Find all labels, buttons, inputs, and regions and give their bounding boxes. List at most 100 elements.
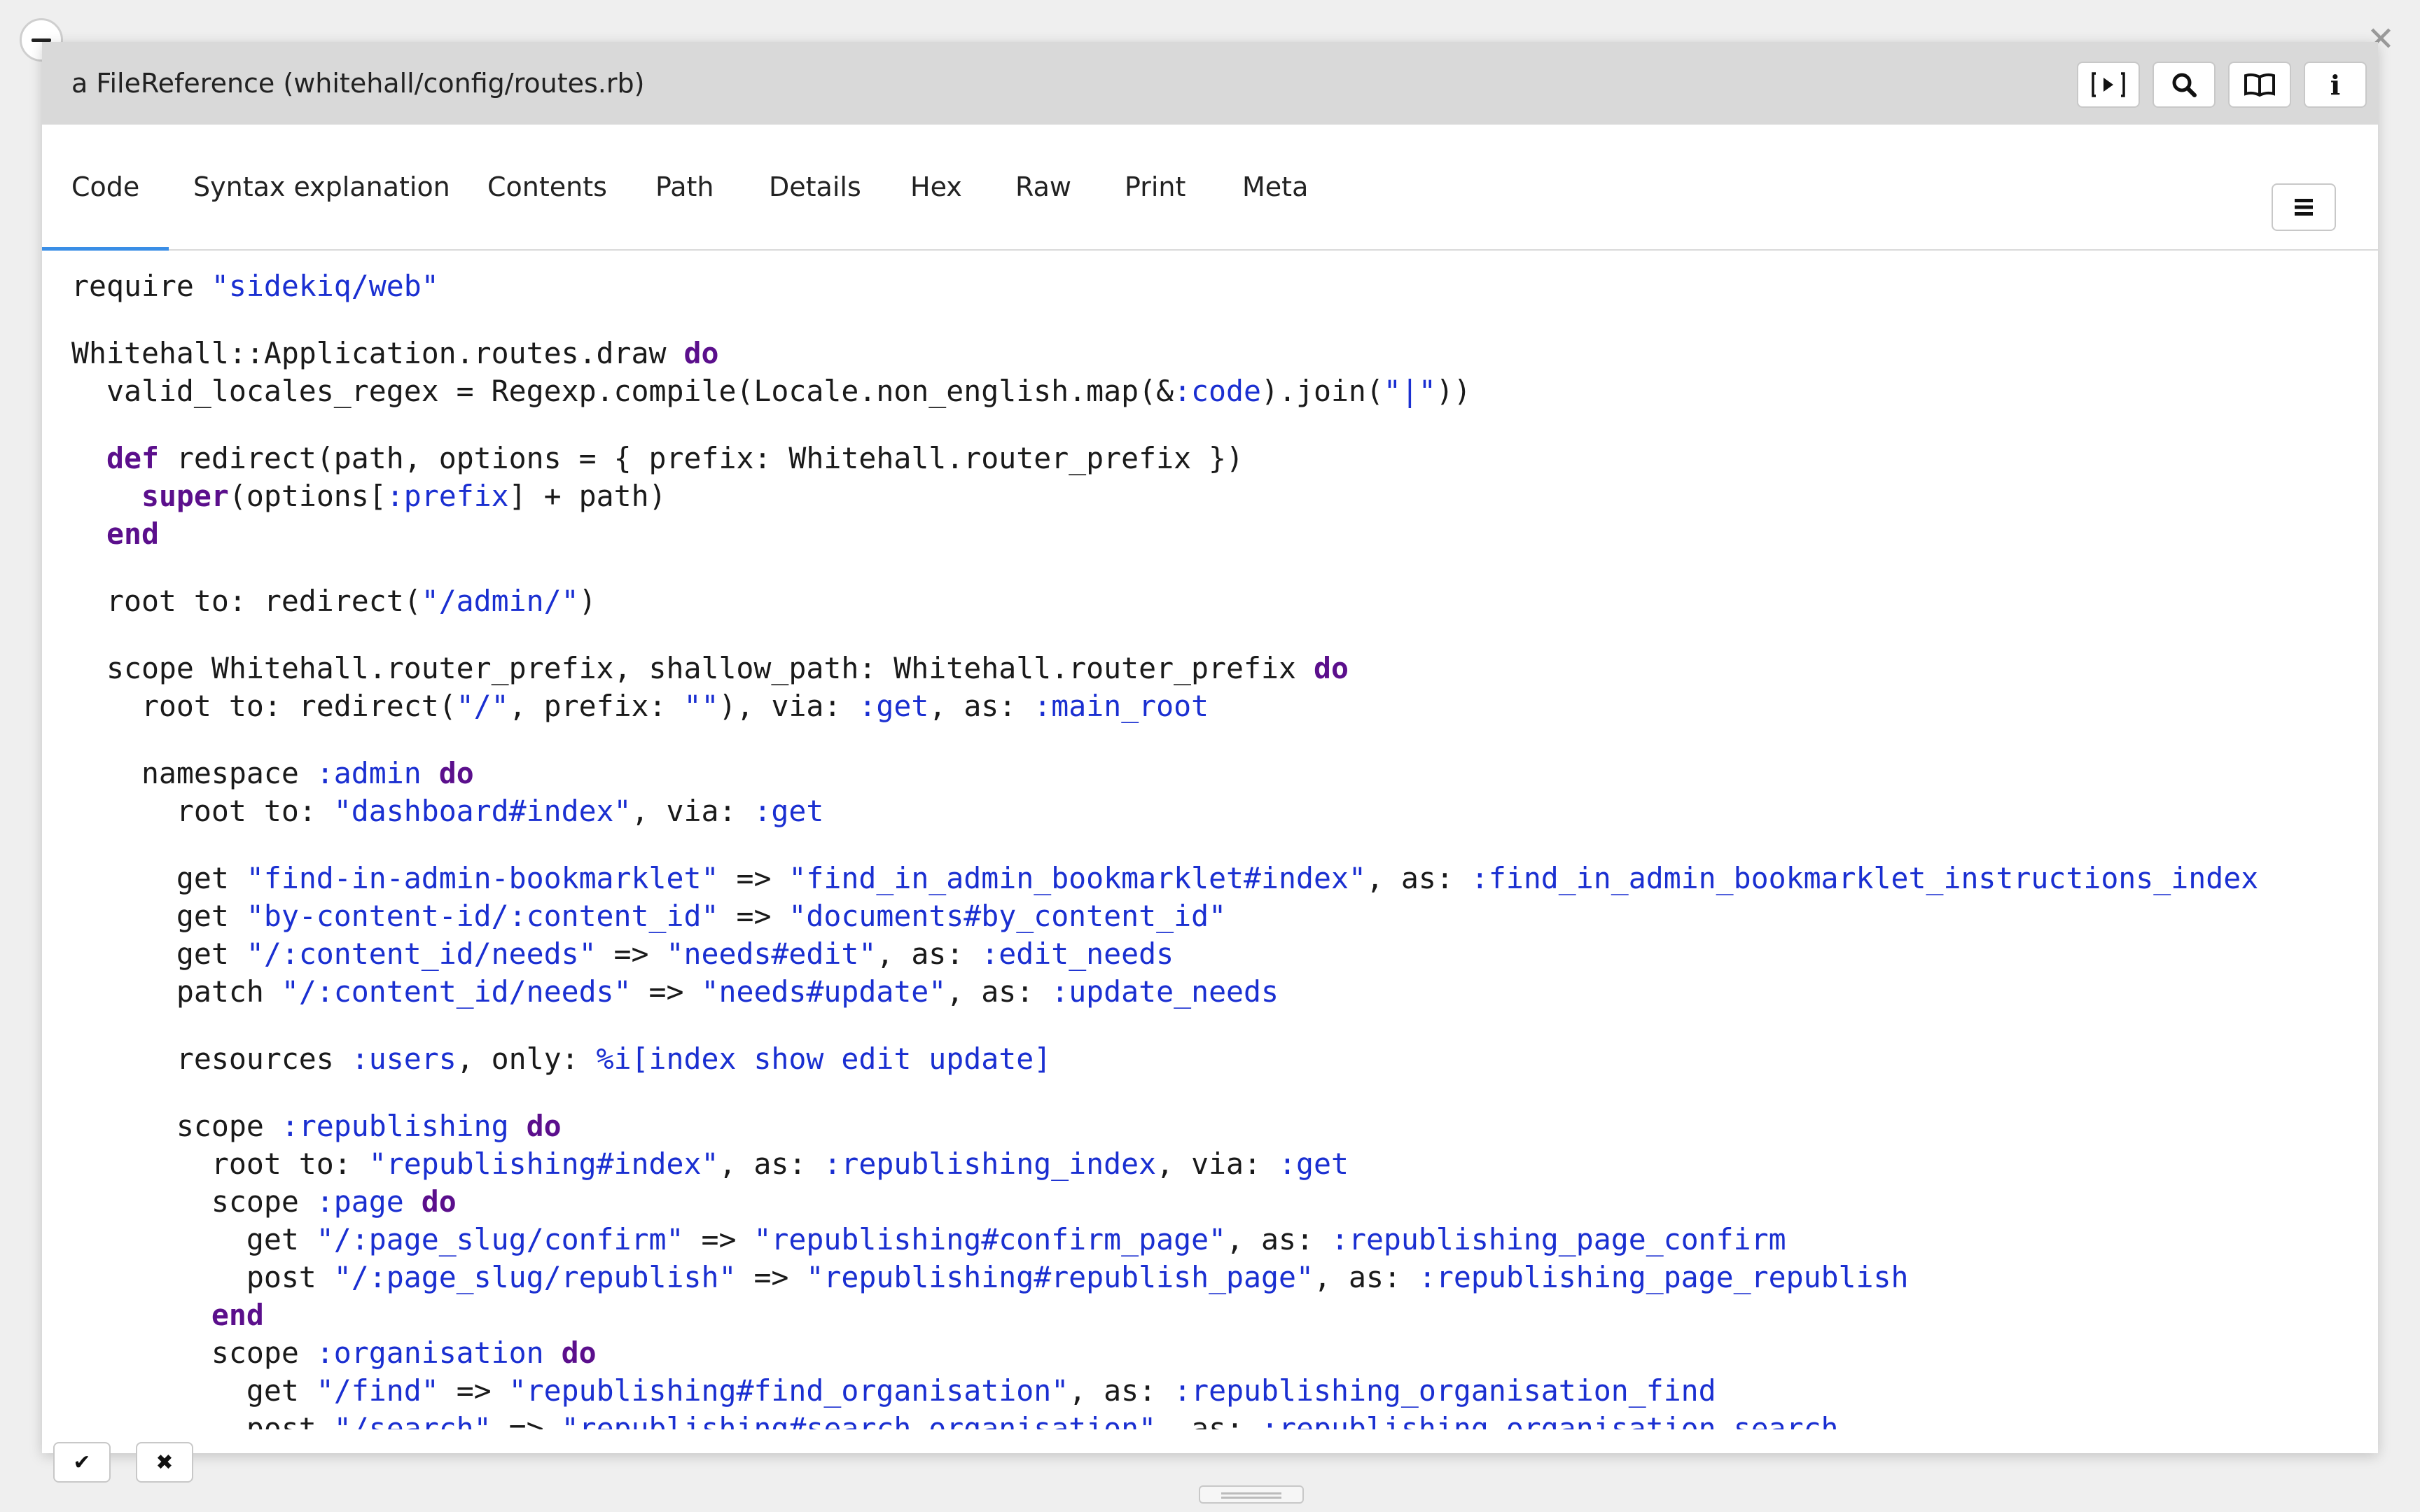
code-line: scope :page do xyxy=(71,1183,2350,1221)
code-text: scope xyxy=(71,1109,281,1143)
code-string: "republishing#find_organisation" xyxy=(508,1373,1069,1408)
code-line: scope Whitehall.router_prefix, shallow_p… xyxy=(71,650,2350,687)
code-symbol: :republishing_organisation_search xyxy=(1261,1411,1839,1429)
code-symbol: :get xyxy=(1279,1147,1349,1181)
code-keyword: do xyxy=(1313,651,1349,685)
close-icon: ✖ xyxy=(155,1450,174,1475)
code-text: get xyxy=(71,937,246,971)
code-line: namespace :admin do xyxy=(71,755,2350,792)
code-text: => xyxy=(736,1260,807,1294)
code-symbol: :code xyxy=(1174,374,1261,408)
tab-print[interactable]: Print xyxy=(1125,125,1185,249)
code-text: root to: xyxy=(71,794,334,828)
tab-hex[interactable]: Hex xyxy=(910,125,962,249)
code-string: "find-in-admin-bookmarklet" xyxy=(246,861,719,895)
tab-contents[interactable]: Contents xyxy=(487,125,607,249)
tab-meta[interactable]: Meta xyxy=(1242,125,1308,249)
code-line: resources :users, only: %i[index show ed… xyxy=(71,1040,2350,1078)
code-text: scope Whitehall.router_prefix, shallow_p… xyxy=(71,651,1314,685)
play-bracket-button[interactable] xyxy=(2077,62,2140,108)
code-symbol: :main_root xyxy=(1034,689,1209,723)
code-keyword: end xyxy=(211,1298,264,1332)
code-text: => xyxy=(438,1373,509,1408)
tab-bar: Code Syntax explanation Contents Path De… xyxy=(41,125,2378,251)
code-text: root to: redirect( xyxy=(71,584,422,618)
code-text: scope xyxy=(71,1336,317,1370)
code-text: )) xyxy=(1435,374,1471,408)
accept-button[interactable]: ✔ xyxy=(53,1442,111,1483)
code-text: , prefix: xyxy=(508,689,684,723)
code-text: post xyxy=(71,1411,334,1429)
code-text: root to: xyxy=(71,1147,369,1181)
code-text: redirect(path, options = { prefix: White… xyxy=(158,441,1244,475)
tab-syntax-explanation[interactable]: Syntax explanation xyxy=(193,125,450,249)
code-symbol: :republishing_page_republish xyxy=(1418,1260,1909,1294)
code-text: , as: xyxy=(946,974,1052,1009)
code-line: get "/find" => "republishing#find_organi… xyxy=(71,1372,2350,1410)
menu-button[interactable] xyxy=(2272,183,2336,231)
checkmark-icon: ✔ xyxy=(73,1450,91,1475)
window-title: a FileReference (whitehall/config/routes… xyxy=(71,68,645,99)
code-text: get xyxy=(71,861,246,895)
code-string: "find_in_admin_bookmarklet#index" xyxy=(788,861,1366,895)
code-text: get xyxy=(71,1222,317,1256)
tab-path[interactable]: Path xyxy=(655,125,714,249)
code-string: "needs#update" xyxy=(701,974,947,1009)
play-bracket-icon xyxy=(2092,72,2125,97)
code-text: , via: xyxy=(1156,1147,1279,1181)
cancel-button[interactable]: ✖ xyxy=(136,1442,193,1483)
tab-code[interactable]: Code xyxy=(41,125,169,251)
code-text: get xyxy=(71,1373,317,1408)
code-keyword: def xyxy=(106,441,159,475)
tab-raw[interactable]: Raw xyxy=(1015,125,1071,249)
code-text: , only: xyxy=(456,1042,597,1076)
search-icon xyxy=(2172,73,2197,97)
info-icon: i xyxy=(2330,69,2341,101)
code-line: scope :organisation do xyxy=(71,1334,2350,1372)
code-line: root to: redirect("/admin/") xyxy=(71,582,2350,620)
code-text: , as: xyxy=(876,937,982,971)
code-symbol: :update_needs xyxy=(1051,974,1279,1009)
code-line: post "/search" => "republishing#search_o… xyxy=(71,1410,2350,1429)
code-keyword: do xyxy=(421,1184,457,1219)
code-text: scope xyxy=(71,1184,317,1219)
book-button[interactable] xyxy=(2228,62,2291,108)
search-button[interactable] xyxy=(2153,62,2216,108)
code-text: => xyxy=(491,1411,562,1429)
code-text: => xyxy=(683,1222,754,1256)
resize-handle[interactable] xyxy=(1199,1485,1304,1504)
code-symbol: :republishing_index xyxy=(823,1147,1157,1181)
code-line: root to: redirect("/", prefix: ""), via:… xyxy=(71,687,2350,725)
code-symbol: :get xyxy=(753,794,824,828)
info-button[interactable]: i xyxy=(2304,62,2367,108)
code-symbol: :admin xyxy=(316,756,422,790)
code-string: "/:page_slug/republish" xyxy=(333,1260,737,1294)
code-text: get xyxy=(71,899,246,933)
code-symbol: :prefix xyxy=(386,479,509,513)
code-line: root to: "dashboard#index", via: :get xyxy=(71,792,2350,830)
code-editor[interactable]: require "sidekiq/web" Whitehall::Applicat… xyxy=(71,267,2350,1429)
code-line: valid_locales_regex = Regexp.compile(Loc… xyxy=(71,372,2350,410)
code-string: "/:content_id/needs" xyxy=(281,974,632,1009)
code-string: "republishing#confirm_page" xyxy=(753,1222,1227,1256)
code-text: , as: xyxy=(929,689,1034,723)
code-string: "/:content_id/needs" xyxy=(246,937,597,971)
code-text: , via: xyxy=(631,794,754,828)
tab-details[interactable]: Details xyxy=(769,125,861,249)
code-keyword: do xyxy=(683,336,719,370)
code-text: ).join( xyxy=(1261,374,1384,408)
code-symbol: :republishing xyxy=(281,1109,509,1143)
code-keyword: end xyxy=(106,517,159,551)
code-symbol: :republishing_organisation_find xyxy=(1174,1373,1716,1408)
code-line: scope :republishing do xyxy=(71,1107,2350,1145)
code-text: require xyxy=(71,269,211,303)
